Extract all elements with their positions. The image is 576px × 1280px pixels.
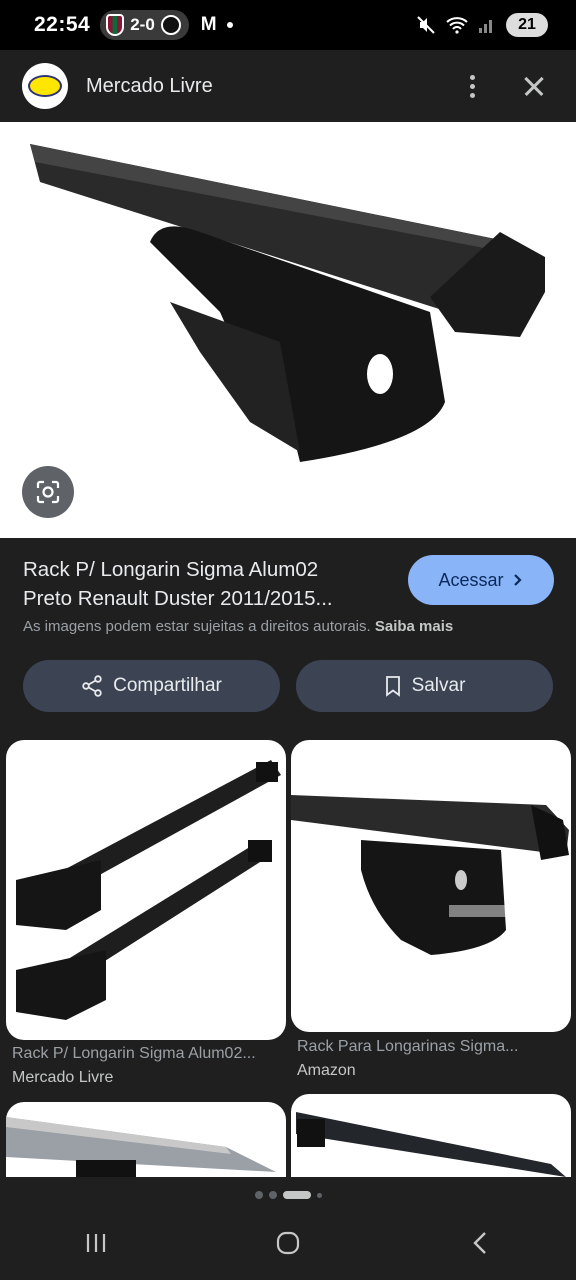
roof-rack-closeup-illustration	[291, 795, 569, 955]
copyright-notice: As imagens podem estar sujeitas a direit…	[23, 618, 453, 635]
share-label: Compartilhar	[113, 675, 222, 696]
close-icon[interactable]	[514, 66, 554, 106]
team-crest-icon	[106, 14, 125, 36]
more-vert-icon[interactable]	[452, 66, 492, 106]
roof-rack-illustration	[30, 144, 545, 462]
system-nav-bar	[0, 1206, 576, 1280]
learn-more-link[interactable]: Saiba mais	[375, 618, 453, 635]
bookmark-icon	[385, 676, 400, 697]
gmail-icon: M	[200, 14, 217, 35]
product-info: Rack P/ Longarin Sigma Alum02 Preto Rena…	[0, 538, 576, 648]
live-score-badge[interactable]: 2-0	[100, 10, 189, 40]
signal-icon	[479, 20, 492, 33]
app-bar: Mercado Livre	[0, 50, 576, 122]
battery-indicator: 21	[506, 13, 548, 37]
handshake-icon	[28, 75, 62, 97]
team-crest-icon	[160, 15, 181, 35]
black-roof-rack-illustration	[296, 1112, 566, 1177]
share-icon	[82, 675, 102, 697]
page-dot-active	[282, 1191, 311, 1199]
save-button[interactable]: Salvar	[296, 660, 553, 712]
wifi-icon	[446, 17, 468, 34]
product-title[interactable]: Rack P/ Longarin Sigma Alum02 Preto Rena…	[23, 555, 383, 613]
recents-icon	[86, 1234, 106, 1252]
notification-dot-icon	[226, 22, 233, 28]
silver-roof-rack-illustration	[6, 1117, 276, 1177]
site-title: Mercado Livre	[86, 74, 213, 97]
related-source: Mercado Livre	[12, 1069, 114, 1086]
visit-button-label: Acessar	[438, 569, 504, 590]
related-thumbnail	[291, 740, 571, 1032]
product-title-line: Rack P/ Longarin Sigma Alum02	[23, 558, 319, 581]
back-button[interactable]	[450, 1221, 510, 1265]
related-caption: Rack Para Longarinas Sigma...	[297, 1038, 519, 1055]
clock: 22:54	[34, 13, 91, 36]
related-thumbnail	[291, 1094, 571, 1177]
related-caption: Rack P/ Longarin Sigma Alum02...	[12, 1045, 256, 1062]
related-result[interactable]: Rack P/ Longarin Sigma Alum02... Mercado…	[6, 740, 286, 1100]
related-result[interactable]	[291, 1094, 571, 1177]
related-source: Amazon	[297, 1062, 356, 1079]
page-dot	[316, 1192, 322, 1198]
status-bar: 22:54 2-0 M 21	[0, 0, 576, 50]
related-thumbnail	[6, 1102, 286, 1177]
visit-button[interactable]: Acessar	[408, 555, 554, 605]
related-thumbnail	[6, 740, 286, 1040]
related-result[interactable]	[6, 1102, 286, 1177]
action-row: Compartilhar Salvar	[23, 660, 553, 712]
home-icon	[276, 1231, 300, 1255]
save-label: Salvar	[411, 675, 466, 696]
back-icon	[473, 1232, 486, 1254]
score-text: 2-0	[130, 15, 155, 34]
share-button[interactable]: Compartilhar	[23, 660, 280, 712]
page-dot	[254, 1191, 263, 1199]
status-icons: 21	[416, 13, 548, 37]
recents-button[interactable]	[66, 1221, 126, 1265]
copyright-text: As imagens podem estar sujeitas a direit…	[23, 618, 371, 635]
roof-rack-pair-illustration	[16, 760, 281, 1020]
mute-icon	[417, 16, 435, 34]
lens-icon[interactable]	[22, 466, 74, 518]
product-image[interactable]	[0, 122, 576, 538]
chevron-right-icon	[513, 574, 522, 586]
mercado-livre-logo	[22, 63, 68, 109]
page-indicator	[0, 1186, 576, 1204]
page-dot	[268, 1191, 277, 1199]
related-result[interactable]: Rack Para Longarinas Sigma... Amazon	[291, 740, 571, 1100]
home-button[interactable]	[258, 1221, 318, 1265]
product-title-line: Preto Renault Duster 2011/2015...	[23, 587, 333, 610]
